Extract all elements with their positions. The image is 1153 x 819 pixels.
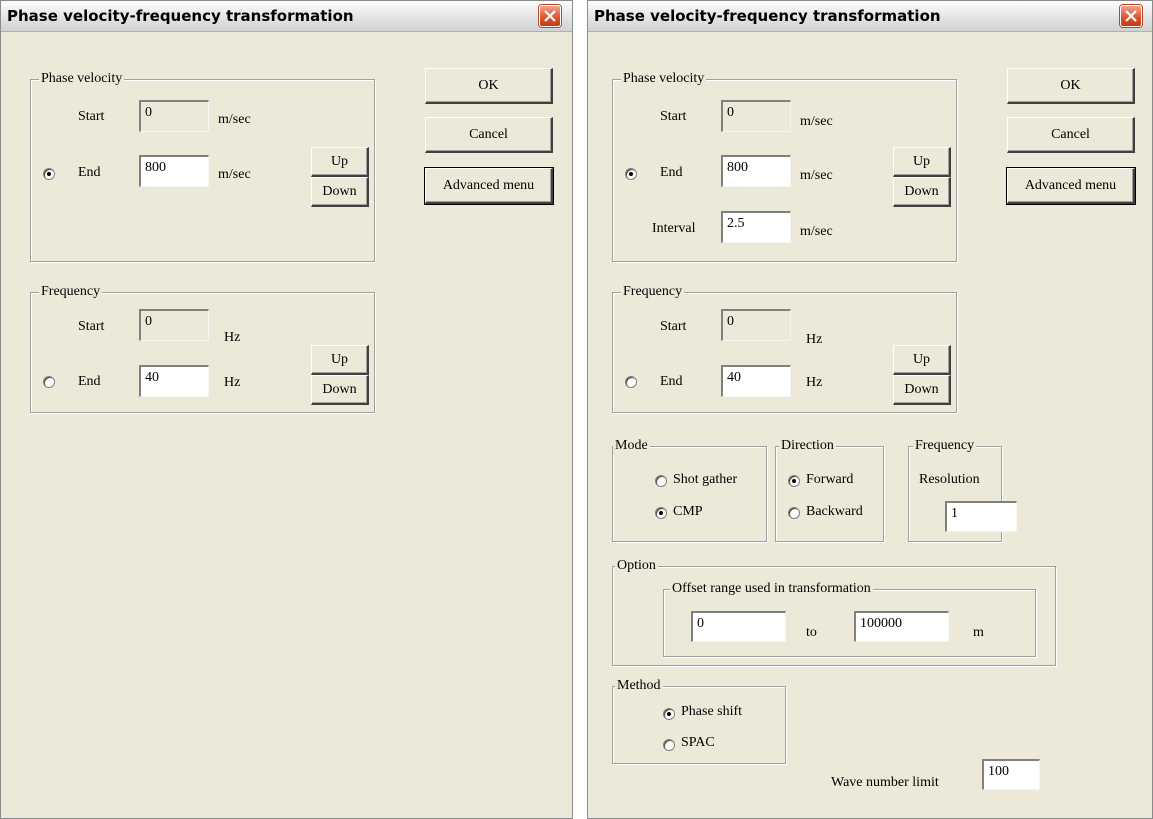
end-velocity-field[interactable]: 800 <box>139 155 209 187</box>
spac-radio[interactable] <box>663 739 675 751</box>
close-button[interactable] <box>539 5 561 27</box>
end-label: End <box>78 374 101 389</box>
group-label: Frequency <box>913 437 977 455</box>
end-frequency-radio[interactable] <box>43 376 55 388</box>
spac-label: SPAC <box>681 735 715 750</box>
method-group: Method Phase shift SPAC <box>612 677 786 764</box>
forward-radio[interactable] <box>788 475 800 487</box>
start-frequency-field: 0 <box>139 309 209 341</box>
unit-label: m <box>973 625 984 640</box>
backward-radio[interactable] <box>788 507 800 519</box>
close-icon <box>1125 10 1137 22</box>
group-label: Method <box>615 677 663 695</box>
interval-field[interactable]: 2.5 <box>721 211 791 243</box>
group-label: Phase velocity <box>621 70 707 88</box>
wave-number-limit-label: Wave number limit <box>831 775 939 790</box>
start-label: Start <box>78 109 105 124</box>
interval-label: Interval <box>652 221 696 236</box>
offset-to-field[interactable]: 100000 <box>854 611 949 642</box>
end-velocity-field[interactable]: 800 <box>721 155 791 187</box>
cmp-radio[interactable] <box>655 507 667 519</box>
unit-label: m/sec <box>218 112 251 127</box>
close-icon <box>544 10 556 22</box>
phase-velocity-group: Phase velocity Start 0 m/sec End 800 m/s… <box>30 70 375 262</box>
resolution-label: Resolution <box>919 472 980 487</box>
unit-label: m/sec <box>800 114 833 129</box>
start-label: Start <box>78 319 105 334</box>
end-label: End <box>660 165 683 180</box>
group-label: Option <box>615 557 658 575</box>
end-frequency-radio[interactable] <box>625 376 637 388</box>
offset-from-field[interactable]: 0 <box>691 611 786 642</box>
frequency-group: Frequency Start 0 Hz End 40 Hz Up Down <box>30 283 375 413</box>
shot-gather-label: Shot gather <box>673 472 738 487</box>
up-button[interactable]: Up <box>311 147 369 177</box>
to-label: to <box>806 625 817 640</box>
end-velocity-radio[interactable] <box>43 168 55 180</box>
title-bar: Phase velocity-frequency transformation <box>588 1 1152 32</box>
cmp-label: CMP <box>673 504 703 519</box>
down-button[interactable]: Down <box>311 375 369 405</box>
start-label: Start <box>660 319 687 334</box>
end-label: End <box>660 374 683 389</box>
left-dialog: Phase velocity-frequency transformation … <box>0 0 573 819</box>
close-button[interactable] <box>1120 5 1142 27</box>
unit-label: Hz <box>224 330 241 345</box>
group-label: Mode <box>613 437 650 455</box>
group-label: Offset range used in transformation <box>670 580 873 598</box>
dialog-title: Phase velocity-frequency transformation <box>594 7 941 25</box>
phase-shift-radio[interactable] <box>663 708 675 720</box>
frequency-group: Frequency Start 0 Hz End 40 Hz Up Down <box>612 283 957 413</box>
unit-label: m/sec <box>800 168 833 183</box>
ok-button[interactable]: OK <box>1007 68 1135 104</box>
direction-group: Direction Forward Backward <box>775 437 884 542</box>
frequency-resolution-group: Frequency Resolution 1 <box>908 437 1017 542</box>
end-frequency-field[interactable]: 40 <box>721 365 791 397</box>
unit-label: Hz <box>806 375 823 390</box>
down-button[interactable]: Down <box>893 375 951 405</box>
group-label: Direction <box>779 437 836 455</box>
backward-label: Backward <box>806 504 863 519</box>
option-group: Option Offset range used in transformati… <box>612 557 1056 666</box>
unit-label: m/sec <box>218 167 251 182</box>
ok-button[interactable]: OK <box>425 68 553 104</box>
phase-velocity-group: Phase velocity Start 0 m/sec End 800 m/s… <box>612 70 957 262</box>
phase-shift-label: Phase shift <box>681 704 743 719</box>
resolution-field[interactable]: 1 <box>945 501 1017 532</box>
cancel-button[interactable]: Cancel <box>425 117 553 153</box>
up-button[interactable]: Up <box>311 345 369 375</box>
down-button[interactable]: Down <box>311 177 369 207</box>
right-dialog: Phase velocity-frequency transformation … <box>587 0 1153 819</box>
forward-label: Forward <box>806 472 854 487</box>
end-frequency-field[interactable]: 40 <box>139 365 209 397</box>
unit-label: Hz <box>224 375 241 390</box>
cancel-button[interactable]: Cancel <box>1007 117 1135 153</box>
down-button[interactable]: Down <box>893 177 951 207</box>
title-bar: Phase velocity-frequency transformation <box>1 1 572 32</box>
start-label: Start <box>660 109 687 124</box>
end-velocity-radio[interactable] <box>625 168 637 180</box>
start-frequency-field: 0 <box>721 309 791 341</box>
unit-label: m/sec <box>800 224 833 239</box>
dialog-title: Phase velocity-frequency transformation <box>7 7 354 25</box>
shot-gather-radio[interactable] <box>655 475 667 487</box>
mode-group: Mode Shot gather CMP <box>612 437 767 542</box>
advanced-menu-button[interactable]: Advanced menu <box>424 167 554 205</box>
group-label: Phase velocity <box>39 70 125 88</box>
start-velocity-field: 0 <box>139 100 209 132</box>
start-velocity-field: 0 <box>721 100 791 132</box>
group-label: Frequency <box>39 283 103 301</box>
advanced-menu-button[interactable]: Advanced menu <box>1006 167 1136 205</box>
up-button[interactable]: Up <box>893 147 951 177</box>
up-button[interactable]: Up <box>893 345 951 375</box>
end-label: End <box>78 165 101 180</box>
unit-label: Hz <box>806 332 823 347</box>
wave-number-limit-field[interactable]: 100 <box>982 759 1040 790</box>
offset-range-group: Offset range used in transformation 0 to… <box>663 580 1036 657</box>
group-label: Frequency <box>621 283 685 301</box>
